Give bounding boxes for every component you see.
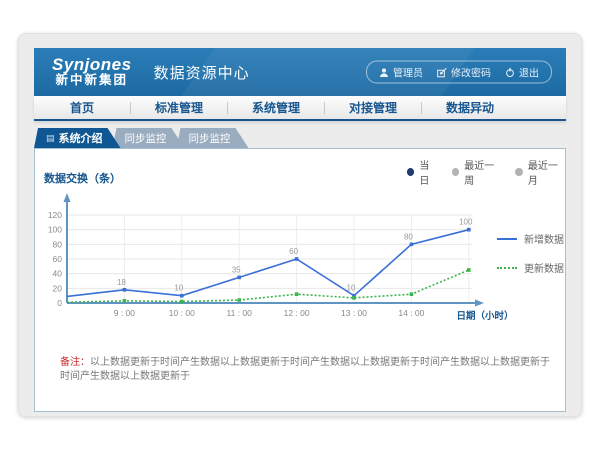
series-legend: 新增数据 更新数据 — [497, 231, 564, 289]
legend-item-update-data: 更新数据 — [497, 260, 564, 275]
svg-text:100: 100 — [459, 218, 473, 227]
svg-text:80: 80 — [404, 232, 413, 241]
time-range-last-month[interactable]: 最近一月 — [515, 157, 565, 187]
y-axis-title: 数据交换（条） — [44, 170, 121, 186]
nav-item-standard-mgmt[interactable]: 标准管理 — [131, 99, 227, 116]
tab-label: 同步监控 — [189, 131, 231, 146]
logo-text-en: Synjones — [52, 56, 132, 75]
svg-text:13 : 00: 13 : 00 — [341, 308, 367, 318]
admin-user-button[interactable]: 管理员 — [379, 65, 423, 80]
app-window: Synjones 新中新集团 数据资源中心 管理员 修改密码 — [18, 33, 582, 417]
svg-text:14 : 00: 14 : 00 — [398, 308, 424, 318]
admin-user-label: 管理员 — [393, 65, 423, 80]
svg-text:60: 60 — [53, 254, 63, 264]
svg-text:11 : 00: 11 : 00 — [227, 308, 253, 318]
radio-dot-icon — [515, 168, 522, 176]
tab-sync-monitor-2[interactable]: 同步监控 — [177, 128, 249, 148]
svg-text:10: 10 — [347, 284, 356, 293]
logout-label: 退出 — [519, 65, 539, 80]
tab-label: 系统介绍 — [59, 130, 103, 146]
change-password-button[interactable]: 修改密码 — [437, 65, 491, 80]
edit-icon — [437, 67, 447, 77]
time-range-label: 最近一周 — [464, 157, 501, 187]
svg-text:100: 100 — [48, 225, 62, 235]
logout-button[interactable]: 退出 — [505, 65, 539, 80]
svg-text:20: 20 — [53, 283, 63, 293]
svg-text:120: 120 — [48, 210, 62, 220]
page-title: 数据资源中心 — [154, 62, 250, 83]
document-icon: ▤ — [46, 134, 55, 143]
series-label: 新增数据 — [524, 231, 564, 246]
top-header: Synjones 新中新集团 数据资源中心 管理员 修改密码 — [34, 48, 566, 96]
time-range-label: 最近一月 — [528, 157, 565, 187]
footnote-label: 备注： — [60, 357, 90, 368]
time-range-selector: 当日 最近一周 最近一月 — [407, 157, 565, 187]
series-label: 更新数据 — [524, 260, 564, 275]
nav-item-interface-mgmt[interactable]: 对接管理 — [325, 99, 421, 116]
footnote: 备注：以上数据更新于时间产生数据以上数据更新于时间产生数据以上数据更新于时间产生… — [60, 356, 550, 384]
footnote-text: 以上数据更新于时间产生数据以上数据更新于时间产生数据以上数据更新于时间产生数据以… — [60, 357, 550, 382]
nav-item-data-change[interactable]: 数据异动 — [422, 99, 518, 116]
chart-card: 当日 最近一周 最近一月 数据交换（条） 0 20 40 60 80 100 120 9 : … — [34, 148, 566, 412]
nav-item-home[interactable]: 首页 — [34, 99, 130, 116]
svg-text:40: 40 — [53, 269, 63, 279]
user-icon — [379, 67, 389, 77]
legend-item-new-data: 新增数据 — [497, 231, 564, 246]
time-range-label: 当日 — [419, 157, 437, 187]
svg-text:18: 18 — [117, 278, 126, 287]
solid-line-swatch-icon — [497, 238, 517, 240]
svg-text:日期（小时）: 日期（小时） — [456, 310, 513, 322]
svg-text:9 : 00: 9 : 00 — [114, 308, 136, 318]
svg-text:80: 80 — [53, 239, 63, 249]
nav-item-system-mgmt[interactable]: 系统管理 — [228, 99, 324, 116]
tab-label: 同步监控 — [125, 131, 167, 146]
main-nav: 首页 标准管理 系统管理 对接管理 数据异动 — [34, 96, 566, 121]
power-icon — [505, 67, 515, 77]
svg-text:12 : 00: 12 : 00 — [284, 308, 310, 318]
logo: Synjones 新中新集团 — [52, 56, 132, 88]
logo-text-cn: 新中新集团 — [52, 74, 132, 88]
tab-system-intro[interactable]: ▤ 系统介绍 — [34, 128, 121, 148]
svg-text:35: 35 — [232, 265, 241, 274]
user-menu: 管理员 修改密码 退出 — [366, 61, 552, 84]
svg-text:60: 60 — [289, 247, 298, 256]
radio-dot-icon — [407, 168, 414, 176]
page: Synjones 新中新集团 数据资源中心 管理员 修改密码 — [0, 0, 600, 450]
change-password-label: 修改密码 — [451, 65, 491, 80]
svg-text:10: 10 — [174, 284, 183, 293]
dotted-line-swatch-icon — [497, 267, 517, 269]
time-range-last-week[interactable]: 最近一周 — [452, 157, 502, 187]
tab-bar: ▤ 系统介绍 同步监控 同步监控 — [34, 128, 566, 148]
time-range-today[interactable]: 当日 — [407, 157, 438, 187]
exchange-chart: 0 20 40 60 80 100 120 9 : 00 10 : 00 11 : 00 12 : … — [38, 188, 568, 338]
tab-sync-monitor-1[interactable]: 同步监控 — [113, 128, 185, 148]
svg-text:10 : 00: 10 : 00 — [169, 308, 195, 318]
radio-dot-icon — [452, 168, 459, 176]
svg-text:0: 0 — [57, 298, 62, 308]
